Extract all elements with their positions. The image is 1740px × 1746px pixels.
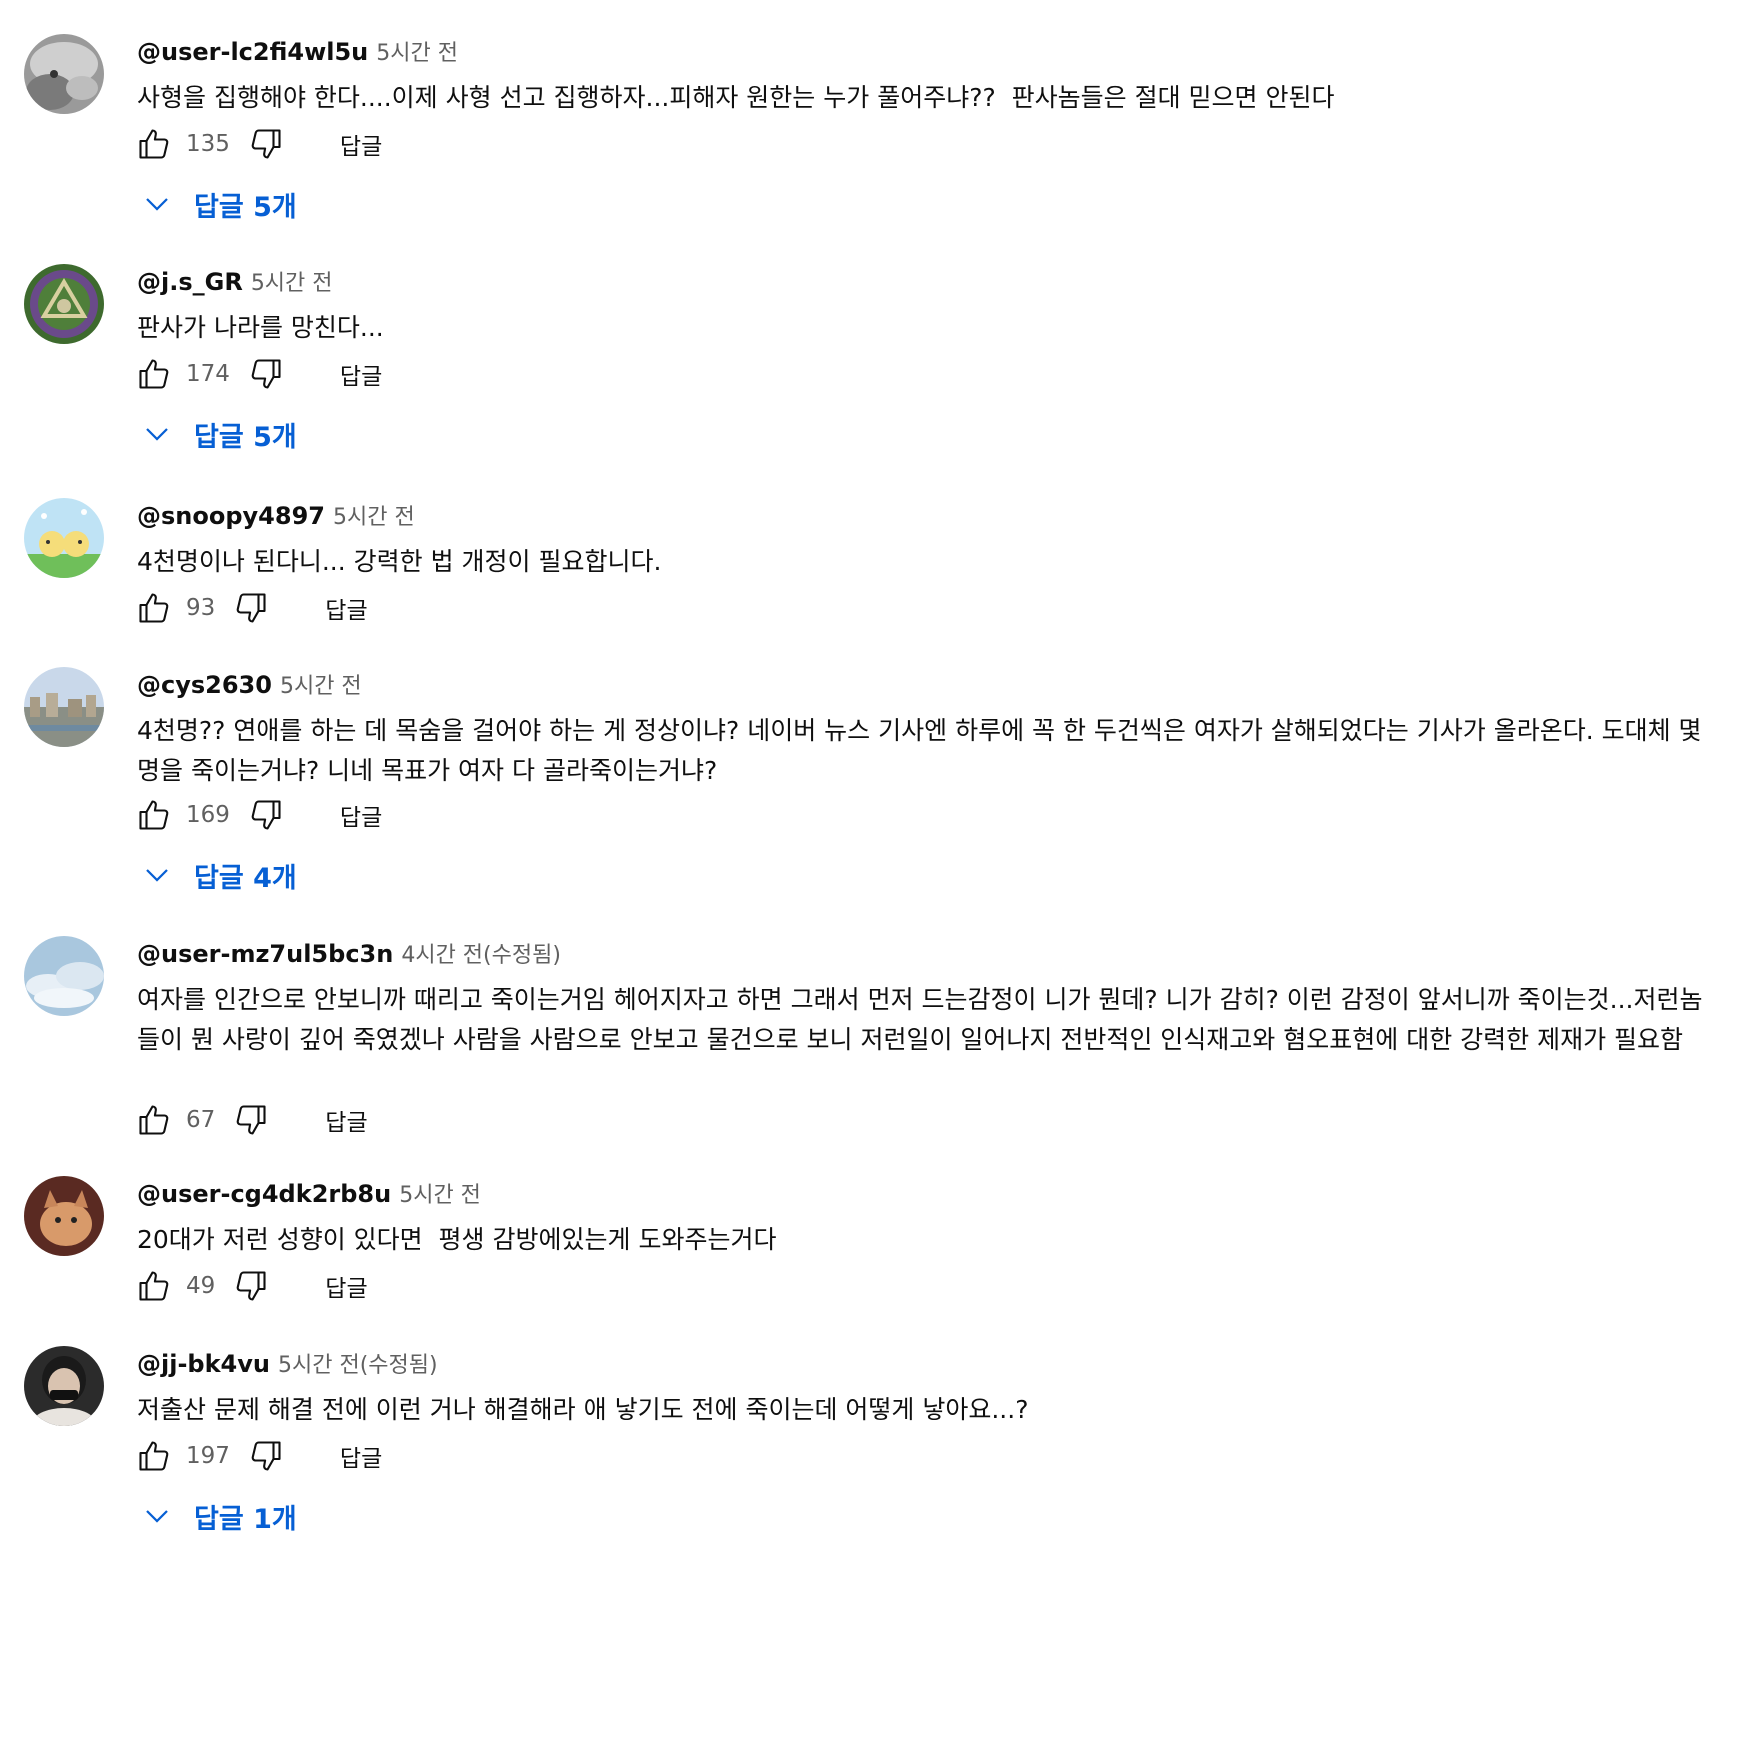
reply-button[interactable]: 답글 — [340, 127, 382, 161]
replies-count: 답글 5개 — [194, 421, 297, 453]
comments-section: @user-lc2fi4wl5u 5시간 전 사형을 집행해야 한다....이제 … — [0, 0, 1740, 1746]
thumbs-down-icon — [251, 129, 281, 159]
comment-header: @user-mz7ul5bc3n 4시간 전(수정됨) — [137, 936, 561, 972]
comment-header: @j.s_GR 5시간 전 — [137, 264, 333, 300]
like-button[interactable] — [134, 1266, 174, 1306]
chevron-down-icon — [146, 1510, 168, 1523]
comment-header: @cys2630 5시간 전 — [137, 667, 362, 703]
timestamp[interactable]: 5시간 전 — [251, 271, 333, 296]
chevron-down-icon — [146, 198, 168, 211]
comment-text: 저출산 문제 해결 전에 이런 거나 해결해라 애 낳기도 전에 죽이는데 어떻… — [137, 1395, 1029, 1424]
author-handle[interactable]: @user-cg4dk2rb8u — [137, 1180, 391, 1208]
reply-button[interactable]: 답글 — [325, 1103, 367, 1137]
dislike-button[interactable] — [246, 1436, 286, 1476]
replies-count: 답글 1개 — [194, 1503, 297, 1535]
thumbs-down-icon — [251, 800, 281, 830]
timestamp[interactable]: 5시간 전 — [333, 505, 415, 530]
like-count: 93 — [186, 595, 216, 621]
reply-button[interactable]: 답글 — [325, 591, 367, 625]
dislike-button[interactable] — [246, 124, 286, 164]
reply-button[interactable]: 답글 — [340, 1439, 382, 1473]
thumbs-down-icon — [236, 593, 266, 623]
author-handle[interactable]: @user-mz7ul5bc3n — [137, 940, 393, 968]
thumbs-up-icon — [139, 1271, 169, 1301]
comment-header: @snoopy4897 5시간 전 — [137, 498, 415, 534]
thumbs-up-icon — [139, 359, 169, 389]
author-handle[interactable]: @j.s_GR — [137, 268, 243, 296]
like-button[interactable] — [134, 354, 174, 394]
author-handle[interactable]: @snoopy4897 — [137, 502, 325, 530]
avatar[interactable] — [24, 34, 104, 114]
timestamp[interactable]: 5시간 전 — [399, 1183, 481, 1208]
comment-actions: 169 답글 — [134, 793, 382, 837]
thumbs-down-icon — [251, 359, 281, 389]
comment-text: 20대가 저런 성향이 있다면 평생 감방에있는게 도와주는거다 — [137, 1225, 777, 1254]
comment-text: 4천명이나 된다니... 강력한 법 개정이 필요합니다. — [137, 547, 662, 576]
comment-text: 판사가 나라를 망친다... — [137, 313, 384, 342]
comment-header: @user-cg4dk2rb8u 5시간 전 — [137, 1176, 481, 1212]
view-replies-button[interactable]: 답글 5개 — [142, 182, 297, 226]
timestamp[interactable]: 5시간 전 — [376, 41, 458, 66]
like-button[interactable] — [134, 1436, 174, 1476]
timestamp[interactable]: 4시간 전(수정됨) — [401, 943, 561, 968]
dislike-button[interactable] — [231, 1100, 271, 1140]
timestamp[interactable]: 5시간 전 — [280, 674, 362, 699]
replies-count: 답글 4개 — [194, 862, 297, 894]
comment-header: @jj-bk4vu 5시간 전(수정됨) — [137, 1346, 438, 1382]
avatar[interactable] — [24, 936, 104, 1016]
comment-actions: 93 답글 — [134, 586, 368, 630]
avatar[interactable] — [24, 264, 104, 344]
thumbs-down-icon — [251, 1441, 281, 1471]
comment-actions: 197 답글 — [134, 1434, 382, 1478]
author-handle[interactable]: @cys2630 — [137, 671, 272, 699]
author-handle[interactable]: @user-lc2fi4wl5u — [137, 38, 368, 66]
like-button[interactable] — [134, 1100, 174, 1140]
dislike-button[interactable] — [246, 354, 286, 394]
view-replies-button[interactable]: 답글 5개 — [142, 412, 297, 456]
comment-actions: 49 답글 — [134, 1264, 368, 1308]
reply-button[interactable]: 답글 — [340, 798, 382, 832]
view-replies-button[interactable]: 답글 4개 — [142, 853, 297, 897]
like-count: 135 — [186, 131, 230, 157]
thumbs-up-icon — [139, 800, 169, 830]
timestamp[interactable]: 5시간 전(수정됨) — [278, 1353, 438, 1378]
dislike-button[interactable] — [231, 1266, 271, 1306]
thumbs-down-icon — [236, 1105, 266, 1135]
thumbs-down-icon — [236, 1271, 266, 1301]
comment-header: @user-lc2fi4wl5u 5시간 전 — [137, 34, 458, 70]
like-button[interactable] — [134, 124, 174, 164]
like-count: 174 — [186, 361, 230, 387]
avatar[interactable] — [24, 1346, 104, 1426]
like-count: 197 — [186, 1443, 230, 1469]
comment-text: 사형을 집행해야 한다....이제 사형 선고 집행하자...피해자 원한는 누… — [137, 83, 1335, 112]
author-handle[interactable]: @jj-bk4vu — [137, 1350, 270, 1378]
thumbs-up-icon — [139, 1441, 169, 1471]
comment-actions: 135 답글 — [134, 122, 382, 166]
comment-text: 4천명?? 연애를 하는 데 목숨을 걸어야 하는 게 정상이냐? 네이버 뉴스… — [137, 716, 1710, 785]
comment-text: 여자를 인간으로 안보니까 때리고 죽이는거임 헤어지자고 하면 그래서 먼저 … — [137, 985, 1703, 1054]
thumbs-up-icon — [139, 1105, 169, 1135]
avatar[interactable] — [24, 1176, 104, 1256]
like-button[interactable] — [134, 795, 174, 835]
comment-actions: 67 답글 — [134, 1098, 368, 1142]
avatar[interactable] — [24, 667, 104, 747]
replies-count: 답글 5개 — [194, 191, 297, 223]
dislike-button[interactable] — [246, 795, 286, 835]
view-replies-button[interactable]: 답글 1개 — [142, 1494, 297, 1538]
like-count: 67 — [186, 1107, 216, 1133]
thumbs-up-icon — [139, 129, 169, 159]
dislike-button[interactable] — [231, 588, 271, 628]
chevron-down-icon — [146, 869, 168, 882]
reply-button[interactable]: 답글 — [340, 357, 382, 391]
comment-actions: 174 답글 — [134, 352, 382, 396]
thumbs-up-icon — [139, 593, 169, 623]
reply-button[interactable]: 답글 — [325, 1269, 367, 1303]
chevron-down-icon — [146, 428, 168, 441]
like-button[interactable] — [134, 588, 174, 628]
like-count: 49 — [186, 1273, 216, 1299]
avatar[interactable] — [24, 498, 104, 578]
like-count: 169 — [186, 802, 230, 828]
